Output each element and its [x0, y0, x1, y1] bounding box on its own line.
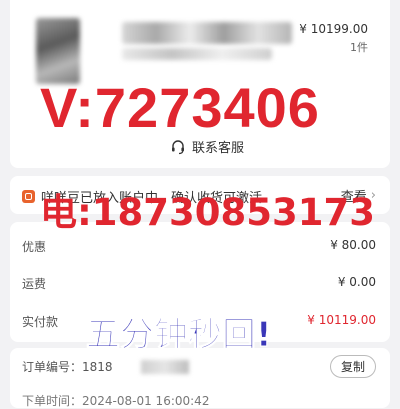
customer-service-button[interactable]: 联系客服: [170, 137, 244, 156]
product-title-blurred: [122, 22, 292, 44]
discount-value: ¥ 80.00: [330, 238, 376, 252]
product-spec-blurred: [122, 48, 272, 60]
discount-row: 优惠 ¥ 80.00: [22, 238, 376, 255]
bean-icon: [22, 190, 35, 203]
reply-overlay-text: 五分钟秒回!: [86, 315, 273, 355]
order-info-card: 订单编号：1818 复制 下单时间：2024-08-01 16:00:42: [10, 348, 390, 408]
product-price: ¥ 10199.00: [299, 22, 368, 36]
customer-service-label: 联系客服: [192, 141, 245, 156]
wechat-overlay-text: V:7273406: [40, 76, 320, 139]
order-number-label: 订单编号：1818: [22, 360, 113, 374]
shipping-row: 运费 ¥ 0.00: [22, 275, 376, 292]
order-number: 订单编号：1818: [22, 358, 189, 375]
paid-value: ¥ 10119.00: [307, 313, 376, 327]
copy-button[interactable]: 复制: [329, 355, 376, 378]
discount-label: 优惠: [22, 240, 47, 254]
headset-icon: [172, 139, 184, 154]
product-quantity: 1件: [350, 41, 368, 54]
product-image-blurred: [36, 18, 80, 84]
order-number-blurred: [140, 359, 189, 374]
shipping-label: 运费: [22, 277, 47, 291]
shipping-value: ¥ 0.00: [337, 275, 376, 289]
phone-overlay-text: 电:18730853173: [40, 191, 375, 234]
paid-label: 实付款: [22, 315, 59, 329]
